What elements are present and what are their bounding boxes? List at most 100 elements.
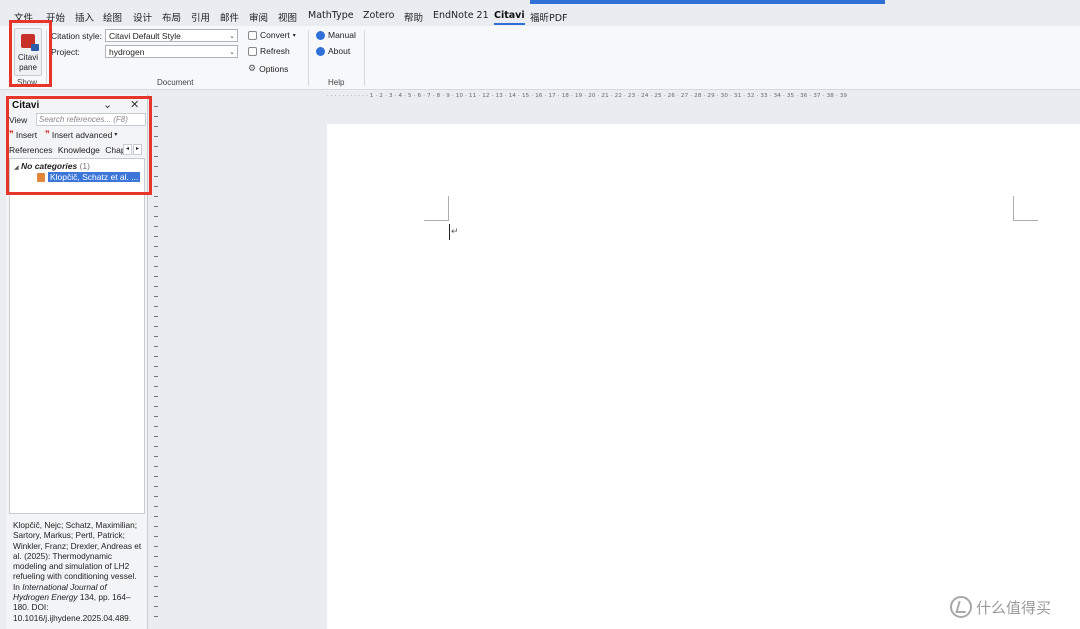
ruler-tick	[154, 286, 158, 287]
ruler-tick	[154, 396, 158, 397]
watermark: 什么值得买	[950, 596, 1051, 618]
refresh-button[interactable]: Refresh	[248, 46, 290, 56]
ruler-tick	[154, 496, 158, 497]
ruler-tick	[154, 126, 158, 127]
chevron-down-icon: ▾	[292, 32, 296, 39]
tab-help[interactable]: 帮助	[404, 10, 423, 24]
ruler-tick	[154, 236, 158, 237]
ruler-tick	[154, 516, 158, 517]
ruler-tick	[154, 536, 158, 537]
watermark-text: 什么值得买	[976, 598, 1052, 617]
ruler-tick	[154, 156, 158, 157]
ruler-tick	[154, 136, 158, 137]
ruler-tick	[154, 576, 158, 577]
about-label: About	[328, 46, 351, 56]
help-group-label: Help	[328, 78, 345, 87]
citation-style-dropdown[interactable]: Citavi Default Style ⌄	[105, 29, 238, 42]
ruler-tick	[154, 406, 158, 407]
ruler-tick	[154, 426, 158, 427]
ruler-tick	[154, 376, 158, 377]
ruler-tick	[154, 216, 158, 217]
ruler-tick	[154, 206, 158, 207]
options-button[interactable]: ⚙ Options	[248, 63, 288, 74]
chevron-down-icon: ⌄	[229, 33, 235, 40]
ruler-tick	[154, 436, 158, 437]
tab-mailings[interactable]: 邮件	[220, 10, 239, 24]
ruler-tick	[154, 226, 158, 227]
ruler-tick	[154, 116, 158, 117]
margin-corner-mark	[424, 220, 449, 221]
ruler-tick	[154, 326, 158, 327]
ruler-tick	[154, 486, 158, 487]
ruler-tick	[154, 466, 158, 467]
highlight-box-citavi-button	[9, 20, 52, 87]
ruler-tick	[154, 166, 158, 167]
citation-style-label: Citation style:	[51, 31, 103, 41]
tab-insert[interactable]: 插入	[75, 10, 94, 24]
refresh-label: Refresh	[260, 46, 290, 56]
citation-style-value: Citavi Default Style	[109, 31, 181, 41]
manual-button[interactable]: Manual	[316, 30, 356, 40]
tab-draw[interactable]: 绘图	[103, 10, 122, 24]
ruler-tick	[154, 186, 158, 187]
document-page[interactable]	[327, 124, 1080, 629]
ruler-tick	[154, 616, 158, 617]
ruler-tick	[154, 276, 158, 277]
citation-preview: Klopčič, Nejc; Schatz, Maximilian; Sarto…	[13, 520, 143, 623]
convert-label: Convert	[260, 30, 290, 40]
margin-corner-mark	[1013, 196, 1014, 221]
margin-corner-mark	[448, 196, 449, 221]
ruler-tick	[154, 176, 158, 177]
vertical-ruler	[152, 102, 160, 629]
tab-review[interactable]: 审阅	[249, 10, 268, 24]
ruler-tick	[154, 586, 158, 587]
text-cursor	[449, 224, 450, 240]
ruler-tick	[154, 316, 158, 317]
tab-layout[interactable]: 布局	[162, 10, 181, 24]
manual-icon	[316, 30, 325, 40]
horizontal-ruler: · · · · · · · · · · · 1 · 2 · 3 · 4 · 5 …	[327, 93, 848, 99]
ruler-tick	[154, 456, 158, 457]
reference-tree: ◢ No categories (1) Klopčič, Schatz et a…	[9, 158, 145, 514]
watermark-logo-icon	[950, 596, 972, 618]
ruler-tick	[154, 386, 158, 387]
tab-view[interactable]: 视图	[278, 10, 297, 24]
ruler-tick	[154, 546, 158, 547]
ruler-tick	[154, 106, 158, 107]
ruler-tick	[154, 336, 158, 337]
ruler-tick	[154, 606, 158, 607]
tab-foxit-pdf[interactable]: 福昕PDF	[530, 10, 568, 24]
tab-references[interactable]: 引用	[191, 10, 210, 24]
paragraph-mark: ↵	[451, 226, 459, 236]
tab-citavi[interactable]: Citavi	[494, 10, 525, 25]
ruler-tick	[154, 296, 158, 297]
ruler-tick	[154, 256, 158, 257]
ruler-tick	[154, 266, 158, 267]
document-group-label: Document	[157, 78, 194, 87]
convert-button[interactable]: Convert ▾	[248, 30, 296, 40]
about-button[interactable]: About	[316, 46, 350, 56]
info-icon	[316, 46, 325, 56]
ruler-tick	[154, 356, 158, 357]
group-divider	[364, 30, 365, 86]
tab-design[interactable]: 设计	[133, 10, 152, 24]
options-label: Options	[259, 63, 289, 74]
ruler-tick	[154, 566, 158, 567]
ruler-tick	[154, 446, 158, 447]
tab-endnote[interactable]: EndNote 21	[433, 10, 489, 21]
ruler-tick	[154, 306, 158, 307]
title-bar-accent	[530, 0, 885, 4]
tab-mathtype[interactable]: MathType	[308, 10, 354, 21]
project-dropdown[interactable]: hydrogen ⌄	[105, 45, 238, 58]
ruler-tick	[154, 596, 158, 597]
project-label: Project:	[51, 47, 80, 57]
ruler-tick	[154, 196, 158, 197]
ribbon: Citavi pane Show Citation style: Citavi …	[0, 26, 1080, 90]
ribbon-tab-row: 文件 开始 插入 绘图 设计 布局 引用 邮件 审阅 视图 MathType Z…	[0, 6, 1080, 26]
ruler-tick	[154, 146, 158, 147]
tab-zotero[interactable]: Zotero	[363, 10, 394, 21]
chevron-down-icon: ⌄	[229, 49, 235, 56]
manual-label: Manual	[328, 30, 356, 40]
highlight-box-citavi-pane	[6, 96, 152, 195]
ruler-tick	[154, 506, 158, 507]
